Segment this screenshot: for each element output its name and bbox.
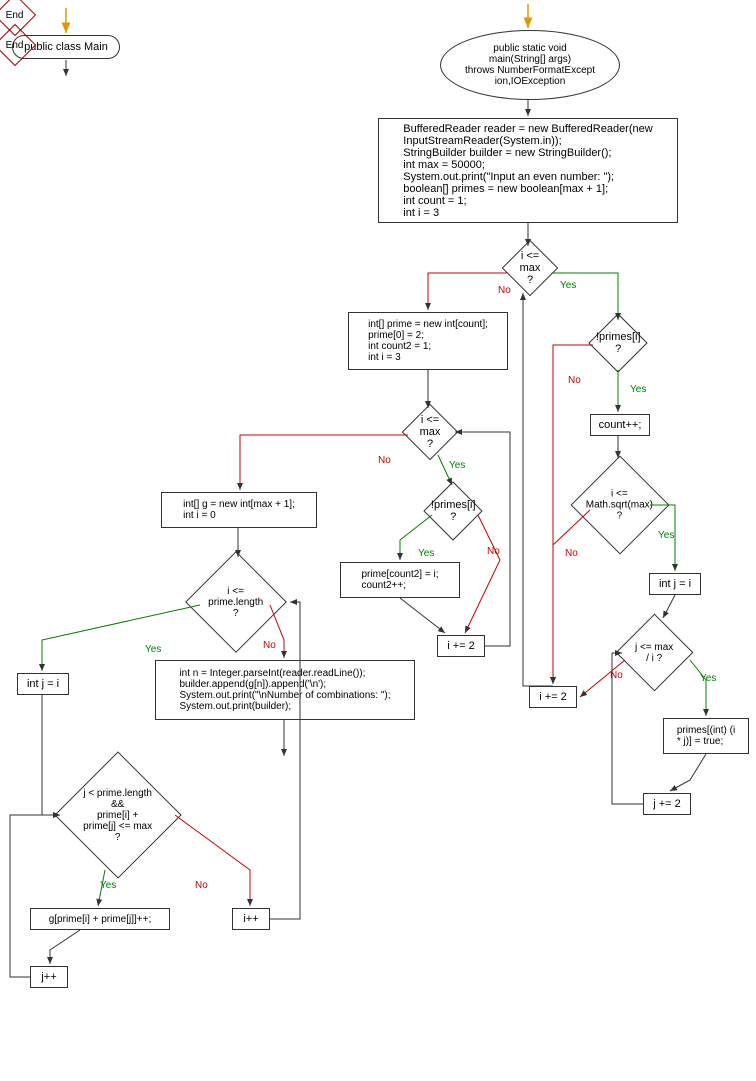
decision-not-primes-i-1: !primes[i] ? — [588, 313, 647, 372]
label-no: No — [263, 640, 276, 651]
process-g-array: int[] g = new int[max + 1]; int i = 0 — [161, 492, 317, 528]
process-j-plus-2-1: j += 2 — [643, 793, 691, 815]
decision-j-prime-length: j < prime.length && prime[i] + prime[j] … — [54, 751, 181, 878]
process-i-inc: i++ — [232, 908, 270, 930]
label-yes: Yes — [418, 548, 434, 559]
label-no: No — [568, 375, 581, 386]
terminal-main-method: public static void main(String[] args) t… — [440, 30, 620, 100]
label-yes: Yes — [700, 673, 716, 684]
decision-i-le-max-2: i <= max ? — [402, 404, 459, 461]
label-no: No — [378, 455, 391, 466]
label-no: No — [565, 548, 578, 559]
label-yes: Yes — [100, 880, 116, 891]
label-yes: Yes — [630, 384, 646, 395]
label-no: No — [498, 285, 511, 296]
process-i-plus-2-2: i += 2 — [437, 635, 485, 657]
decision-i-le-prime-length: i <= prime.length ? — [185, 551, 287, 653]
label-yes: Yes — [449, 460, 465, 471]
process-primes-ij-true: primes[(int) (i * j)] = true; — [663, 718, 749, 754]
label-yes: Yes — [658, 530, 674, 541]
process-count-inc: count++; — [590, 414, 650, 436]
process-g-inc: g[prime[i] + prime[j]]++; — [30, 908, 170, 930]
process-i-plus-2-1: i += 2 — [529, 686, 577, 708]
decision-i-le-sqrt-max: i <= Math.sqrt(max) ? — [571, 456, 670, 555]
process-prime-array: int[] prime = new int[count]; prime[0] =… — [348, 312, 508, 370]
process-int-j-eq-i-1: int j = i — [649, 573, 701, 595]
label-no: No — [610, 670, 623, 681]
process-init: BufferedReader reader = new BufferedRead… — [378, 118, 678, 223]
decision-j-le-max-div-i: j <= max / i ? — [616, 614, 694, 692]
process-j-inc: j++ — [30, 966, 68, 988]
process-prime-count2: prime[count2] = i; count2++; — [340, 562, 460, 598]
end-node-2: End — [0, 24, 36, 66]
label-no: No — [195, 880, 208, 891]
label-yes: Yes — [560, 280, 576, 291]
label-yes: Yes — [145, 644, 161, 655]
process-int-j-eq-i-2: int j = i — [17, 673, 69, 695]
process-output: int n = Integer.parseInt(reader.readLine… — [155, 660, 415, 720]
label-no: No — [487, 546, 500, 557]
decision-not-primes-i-2: !primes[i] ? — [423, 481, 482, 540]
